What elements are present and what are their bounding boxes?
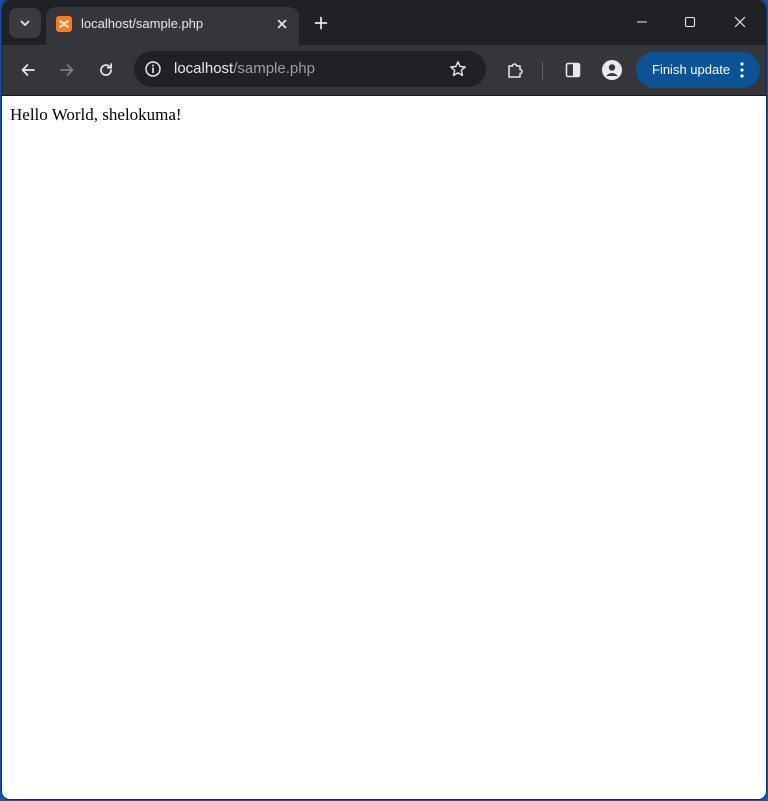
maximize-button[interactable] [670,6,710,38]
more-vert-icon [740,62,744,78]
avatar-icon [602,60,622,80]
arrow-right-icon [60,64,74,76]
minimize-icon [637,21,647,23]
tab-search-button[interactable] [9,8,41,38]
finish-update-label: Finish update [652,62,731,77]
browser-toolbar: localhost/sample.php Finish update [2,45,766,96]
forward-button[interactable] [53,56,81,84]
puzzle-icon [508,63,523,78]
tab-strip: localhost/sample.php [2,0,766,45]
bookmark-button[interactable] [448,59,468,79]
toolbar-divider [542,62,543,80]
window-close-button[interactable] [720,6,760,38]
extensions-button[interactable] [501,56,529,84]
url-path: /sample.php [233,60,315,77]
browser-menu-button[interactable] [734,60,750,80]
url-text[interactable]: localhost/sample.php [174,60,315,77]
new-tab-button[interactable] [308,10,334,36]
side-panel-button[interactable] [559,56,587,84]
browser-window: localhost/sample.php localhost/sample.ph… [2,0,766,799]
side-panel-icon [565,62,581,78]
reload-icon [100,63,113,76]
finish-update-button[interactable]: Finish update [636,52,760,88]
url-host: localhost [174,60,234,77]
address-bar[interactable]: localhost/sample.php [134,51,486,87]
reload-button[interactable] [92,56,120,84]
plus-icon [314,16,328,30]
maximize-icon [684,16,696,28]
close-icon [734,16,746,28]
page-body-text: Hello World, shelokuma! [10,105,182,124]
star-icon [450,61,466,77]
chevron-down-icon [20,20,30,26]
back-button[interactable] [14,56,42,84]
page-content: Hello World, shelokuma! [2,96,766,799]
profile-button[interactable] [598,56,626,84]
arrow-left-icon [21,64,35,76]
info-icon [145,61,161,77]
minimize-button[interactable] [622,6,662,38]
tab-close-button[interactable] [272,14,292,34]
close-icon [277,19,287,29]
tab-title: localhost/sample.php [81,16,204,31]
xampp-favicon-icon [56,16,72,32]
site-info-button[interactable] [144,60,162,78]
tab-active[interactable]: localhost/sample.php [46,7,299,45]
